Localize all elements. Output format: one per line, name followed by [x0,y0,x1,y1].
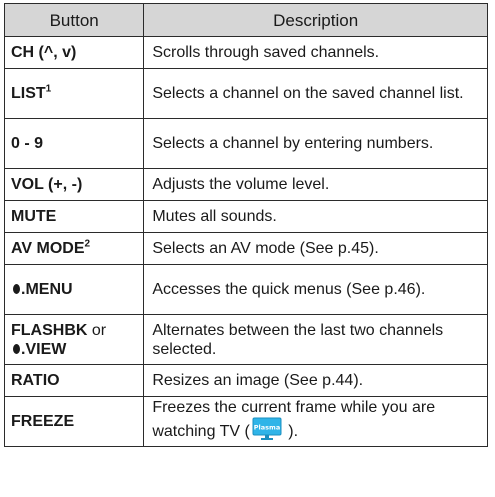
button-name: FREEZE [11,413,75,430]
description-cell: Freezes the current frame while you are … [143,396,488,447]
button-name: AV MODE [11,240,85,257]
description-cell: Alternates between the last two channels… [143,314,488,365]
quick-dot-icon [13,284,20,294]
description-cell: Adjusts the volume level. [143,168,488,201]
button-name: 0 - 9 [11,135,44,152]
button-name: FLASHBK [11,321,88,339]
button-cell: MUTE [3,200,145,233]
button-cell: CH (^, v) [3,36,145,69]
button-cell: FREEZE [3,396,145,447]
description-cell: Selects a channel by entering numbers. [143,118,488,169]
remote-button-table: Button Description CH (^, v) Scrolls thr… [3,3,488,447]
button-cell: LIST1 [3,68,145,119]
description-cell: Selects a channel on the saved channel l… [143,68,488,119]
button-cell: 0 - 9 [3,118,145,169]
quick-dot-icon [13,343,20,354]
table-row: RATIO Resizes an image (See p.44). [3,364,488,397]
plasma-tv-icon: Plasma [252,417,282,446]
button-cell: .MENU [3,264,145,315]
table-row: LIST1 Selects a channel on the saved cha… [3,68,488,119]
description-text-end: ). [283,422,299,440]
header-button: Button [3,3,145,37]
table-row: FLASHBK or .VIEW Alternates between the l… [3,314,488,365]
button-name-line2: .VIEW [21,340,67,358]
button-name: .MENU [21,281,73,298]
button-cell: AV MODE2 [3,232,145,265]
description-cell: Accesses the quick menus (See p.46). [143,264,488,315]
table-row: VOL (+, -) Adjusts the volume level. [3,168,488,201]
table-row: FREEZE Freezes the current frame while y… [3,396,488,447]
table-header-row: Button Description [3,3,488,37]
button-name: VOL (+, -) [11,176,83,193]
button-name: MUTE [11,208,57,225]
table-row: MUTE Mutes all sounds. [3,200,488,233]
table-row: AV MODE2 Selects an AV mode (See p.45). [3,232,488,265]
table-row: 0 - 9 Selects a channel by entering numb… [3,118,488,169]
footnote-marker: 1 [45,83,52,95]
table-row: CH (^, v) Scrolls through saved channels… [3,36,488,69]
description-cell: Resizes an image (See p.44). [143,364,488,397]
description-cell: Selects an AV mode (See p.45). [143,232,488,265]
button-cell: RATIO [3,364,145,397]
button-name: RATIO [11,372,60,389]
button-cell: FLASHBK or .VIEW [3,314,145,365]
button-cell: VOL (+, -) [3,168,145,201]
description-cell: Scrolls through saved channels. [143,36,488,69]
button-or-text: or [91,321,107,339]
button-name: CH (^, v) [11,44,77,61]
footnote-marker: 2 [84,238,91,250]
description-cell: Mutes all sounds. [143,200,488,233]
table-row: .MENU Accesses the quick menus (See p.46… [3,264,488,315]
header-description: Description [143,3,488,37]
button-name: LIST [11,85,46,102]
plasma-icon-label: Plasma [254,423,280,431]
